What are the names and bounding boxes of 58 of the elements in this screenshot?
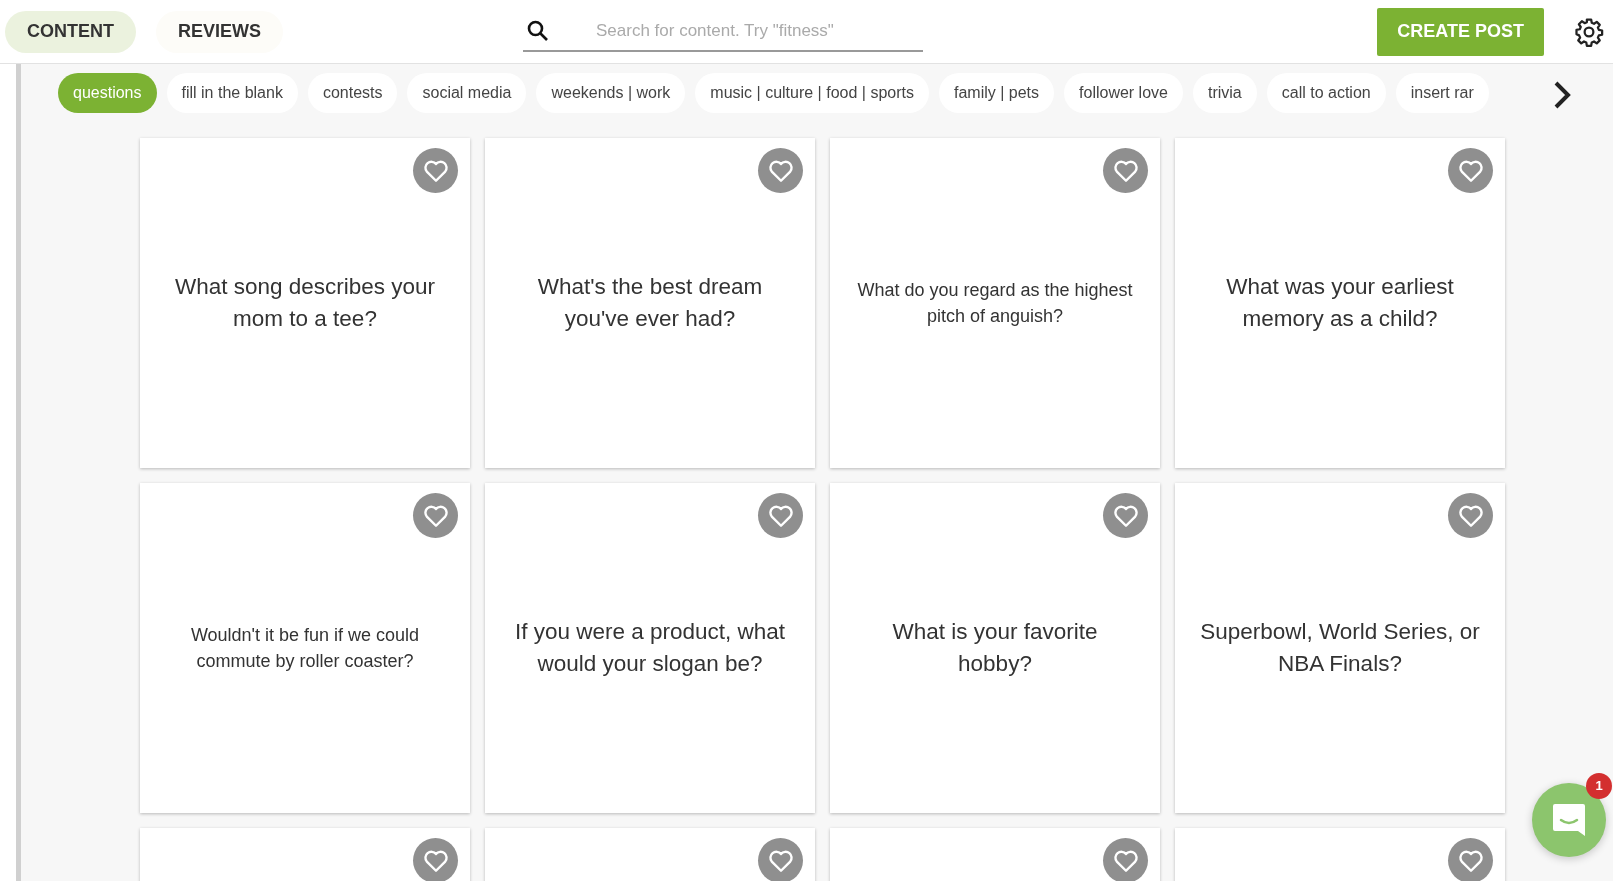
category-chip[interactable]: fill in the blank [166, 73, 298, 113]
favorite-button[interactable] [413, 838, 458, 881]
question-text: Superbowl, World Series, or NBA Finals? [1200, 618, 1480, 678]
favorite-button[interactable] [413, 493, 458, 538]
favorite-button[interactable] [758, 838, 803, 881]
question-card[interactable]: Superbowl, World Series, or NBA Finals? [1175, 483, 1505, 813]
question-text: What is your favorite hobby? [891, 618, 1099, 678]
nav-tab[interactable]: CONTENT [5, 10, 136, 53]
question-card[interactable]: What is your favorite hobby? [830, 483, 1160, 813]
question-text: What do you regard as the highest pitch of anguish? [856, 279, 1134, 328]
question-card[interactable]: What was your earliest memory as a child? [1175, 138, 1505, 468]
category-chip[interactable]: contests [307, 73, 398, 113]
question-card[interactable]: What's the best dream you've ever had? [485, 138, 815, 468]
category-chip[interactable]: trivia [1192, 73, 1257, 113]
question-card[interactable]: If you were a product, what would your slogan be? [485, 483, 815, 813]
favorite-button[interactable] [1103, 838, 1148, 881]
favorite-button[interactable] [1103, 493, 1148, 538]
search-icon [526, 18, 550, 43]
question-text: If you were a product, what would your slogan be? [513, 618, 787, 678]
favorite-button[interactable] [1103, 148, 1148, 193]
question-card[interactable]: Wouldn't it be fun if we could commute by roller coaster? [140, 483, 470, 813]
heart-icon [1457, 503, 1484, 528]
favorite-button[interactable] [758, 148, 803, 193]
question-card[interactable]: What song describes your mom to a tee? [140, 138, 470, 468]
heart-icon [1112, 503, 1139, 528]
heart-icon [767, 158, 794, 183]
search-field[interactable]: Search for content. Try "fitness" [596, 17, 923, 44]
heart-icon [422, 158, 449, 183]
category-chip[interactable]: social media [407, 73, 527, 113]
question-card[interactable]: What do you regard as the highest pitch of anguish? [830, 138, 1160, 468]
favorite-button[interactable] [413, 148, 458, 193]
category-chip[interactable]: weekends | work [536, 73, 686, 113]
category-chip[interactable]: family | pets [938, 73, 1055, 113]
chat-button[interactable] [1532, 783, 1606, 857]
heart-icon [767, 503, 794, 528]
heart-icon [1457, 848, 1484, 873]
favorite-button[interactable] [1448, 493, 1493, 538]
category-chip[interactable]: follower love [1064, 73, 1183, 113]
question-text: What was your earliest memory as a child? [1225, 273, 1455, 333]
heart-icon [767, 848, 794, 873]
question-text: What's the best dream you've ever had? [536, 273, 764, 333]
notification-badge: 1 [1586, 773, 1612, 799]
question-text: Wouldn't it be fun if we could commute by roller coaster? [189, 624, 421, 673]
favorite-button[interactable] [1448, 838, 1493, 881]
favorite-button[interactable] [758, 493, 803, 538]
heart-icon [422, 848, 449, 873]
settings-icon[interactable] [1574, 16, 1604, 47]
category-chip[interactable]: music | culture | food | sports [695, 73, 929, 113]
heart-icon [1112, 158, 1139, 183]
chat-icon [1551, 802, 1587, 838]
category-chip[interactable]: call to action [1266, 73, 1386, 113]
nav-tab[interactable]: REVIEWS [156, 10, 283, 53]
heart-icon [1112, 848, 1139, 873]
heart-icon [422, 503, 449, 528]
category-chip[interactable]: insert rar [1395, 73, 1489, 113]
heart-icon [1457, 158, 1484, 183]
favorite-button[interactable] [1448, 148, 1493, 193]
question-text: What song describes your mom to a tee? [173, 273, 437, 333]
